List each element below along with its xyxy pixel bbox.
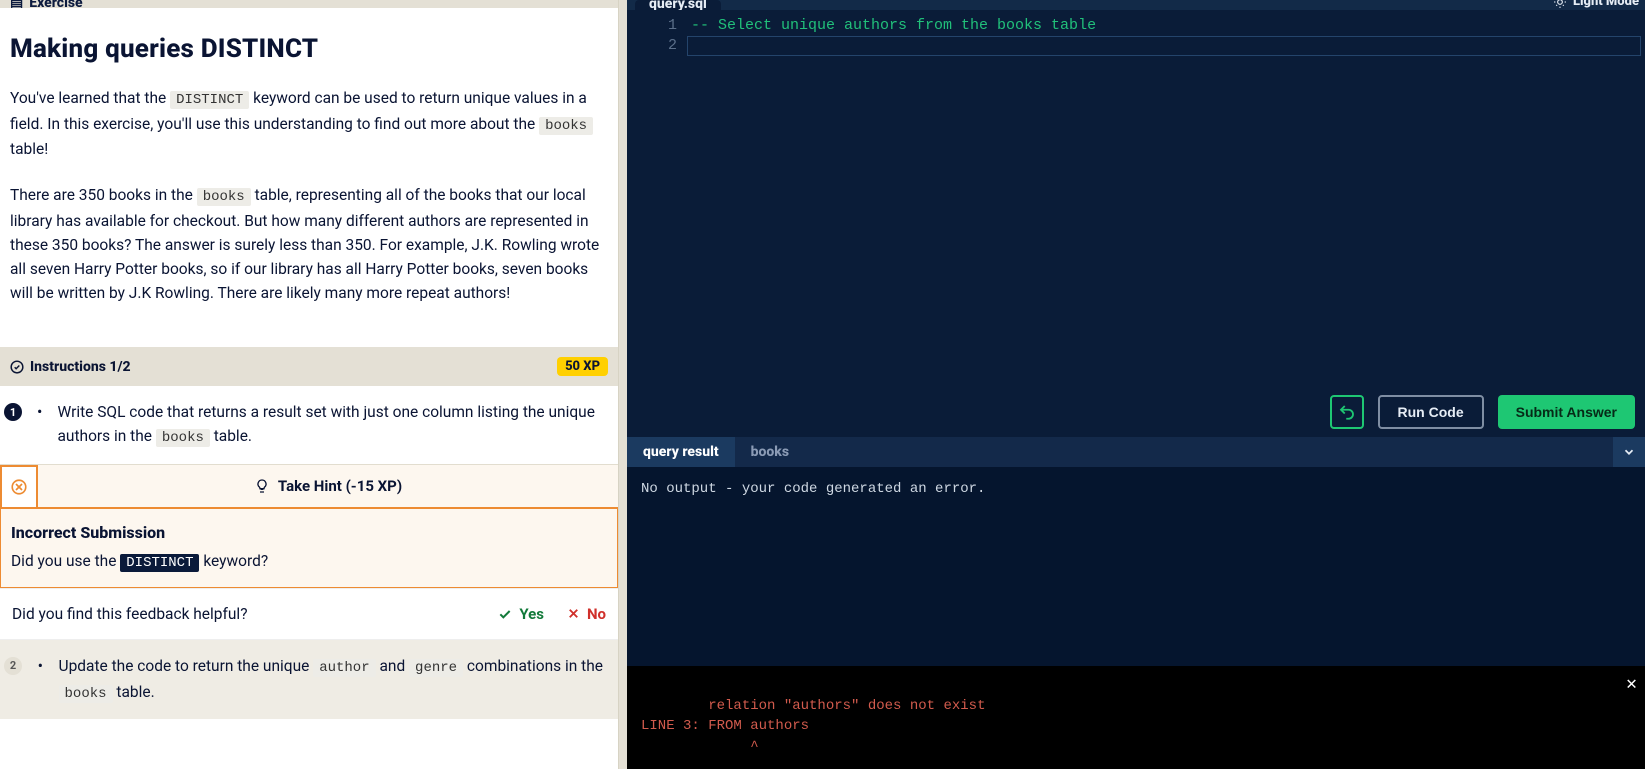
result-tab-bar: query result books [627,437,1645,467]
text: keyword? [199,552,268,570]
code-editor[interactable]: 1 2 -- Select unique authors from the bo… [627,10,1645,437]
light-mode-toggle[interactable]: Light Mode [1553,0,1639,9]
bullet-icon: • [36,402,43,421]
exercise-icon: ▤ [10,0,23,8]
exercise-scroll[interactable]: Making queries DISTINCT You've learned t… [0,8,618,769]
submit-answer-button[interactable]: Submit Answer [1498,395,1635,429]
exercise-title: Making queries DISTINCT [10,34,608,64]
tab-books[interactable]: books [735,437,805,467]
error-bar: ✕ relation "authors" does not exist LINE … [627,666,1645,769]
feedback-no-button[interactable]: No [566,605,606,623]
instruction-step-1: 1 • Write SQL code that returns a result… [0,386,618,464]
result-message: No output - your code generated an error… [641,481,1631,497]
code-books: books [539,117,593,135]
reset-code-button[interactable] [1330,395,1364,429]
error-close-button[interactable]: ✕ [1626,672,1637,698]
text: combinations in the [463,657,603,675]
result-body: No output - your code generated an error… [627,467,1645,769]
app-root: ▤ Exercise Making queries DISTINCT You'v… [0,0,1645,769]
code-comment: -- Select unique authors from the books … [691,17,1096,34]
code-distinct: DISTINCT [170,91,249,109]
panel-resize-handle[interactable] [618,0,627,769]
undo-icon [1338,403,1356,421]
error-line: LINE 3: FROM authors [641,718,809,734]
feedback-helpful-row: Did you find this feedback helpful? Yes … [0,588,618,640]
exercise-body: Making queries DISTINCT You've learned t… [0,8,618,347]
instructions-bar: Instructions 1/2 50 XP [0,347,618,386]
code-books: books [59,685,113,703]
editor-tab-query[interactable]: query.sql [635,0,721,10]
sun-icon [1553,0,1567,9]
step-text: Write SQL code that returns a result set… [57,400,608,450]
tab-query-result[interactable]: query result [627,437,735,467]
code-genre: genre [409,659,463,677]
editor-tab-bar: query.sql Light Mode [627,0,1645,10]
text: You've learned that the [10,89,170,107]
error-circle-icon [10,478,28,496]
instruction-step-2: 2 • Update the code to return the unique… [0,640,618,719]
take-hint-button[interactable]: Take Hint (-15 XP) [38,465,618,507]
feedback-title: Incorrect Submission [11,523,607,542]
feedback-box: Incorrect Submission Did you use the DIS… [0,509,618,588]
chevron-down-icon [1622,445,1636,459]
line-gutter: 1 2 [627,10,687,437]
exercise-panel: ▤ Exercise Making queries DISTINCT You'v… [0,0,618,769]
line-number: 2 [627,36,677,56]
exercise-para-1: You've learned that the DISTINCT keyword… [10,86,608,161]
tab-label: query.sql [649,0,707,10]
bullet-icon: • [36,656,45,675]
code-keyword-distinct: DISTINCT [120,554,199,572]
hint-row: Take Hint (-15 XP) [0,464,618,509]
feedback-indicator-tab[interactable] [0,465,38,507]
text: No [587,605,606,623]
xp-badge: 50 XP [557,357,608,376]
run-bar: Run Code Submit Answer [1330,395,1636,429]
text: Update the code to return the unique [59,657,314,675]
text: and [376,657,409,675]
feedback-text: Did you use the DISTINCT keyword? [11,552,607,571]
code-books: books [197,188,251,206]
text: Write SQL code that returns a result set… [57,403,594,445]
feedback-yes-button[interactable]: Yes [497,605,544,623]
exercise-header: ▤ Exercise [0,0,618,8]
feedback-helpful-question: Did you find this feedback helpful? [12,605,248,623]
code-books: books [156,429,210,447]
line-number: 1 [627,16,677,36]
text: table. [210,427,252,445]
code-lines: -- Select unique authors from the books … [687,10,1096,437]
check-icon [497,606,513,622]
text: There are 350 books in the [10,186,197,204]
text: table! [10,140,48,158]
text: Yes [519,605,544,623]
take-hint-label: Take Hint (-15 XP) [278,477,402,495]
step-number-badge: 2 [4,657,22,675]
lightbulb-icon [254,478,270,494]
exercise-header-label: Exercise [29,0,82,8]
x-icon [566,606,581,621]
run-code-button[interactable]: Run Code [1378,395,1484,429]
step-number-badge: 1 [4,403,22,421]
error-line: ^ [641,739,759,755]
code-line [691,36,1096,56]
instructions-label: Instructions 1/2 [30,359,131,375]
text: table. [113,683,155,701]
code-author: author [313,659,375,677]
exercise-para-2: There are 350 books in the books table, … [10,183,608,305]
error-line: relation "authors" does not exist [708,698,985,714]
text: Did you use the [11,552,120,570]
collapse-results-button[interactable] [1613,437,1645,467]
light-mode-label: Light Mode [1573,0,1639,9]
check-circle-icon [10,360,24,374]
step-text: Update the code to return the unique aut… [59,654,608,705]
code-panel: query.sql Light Mode 1 2 -- Select uniqu… [627,0,1645,769]
